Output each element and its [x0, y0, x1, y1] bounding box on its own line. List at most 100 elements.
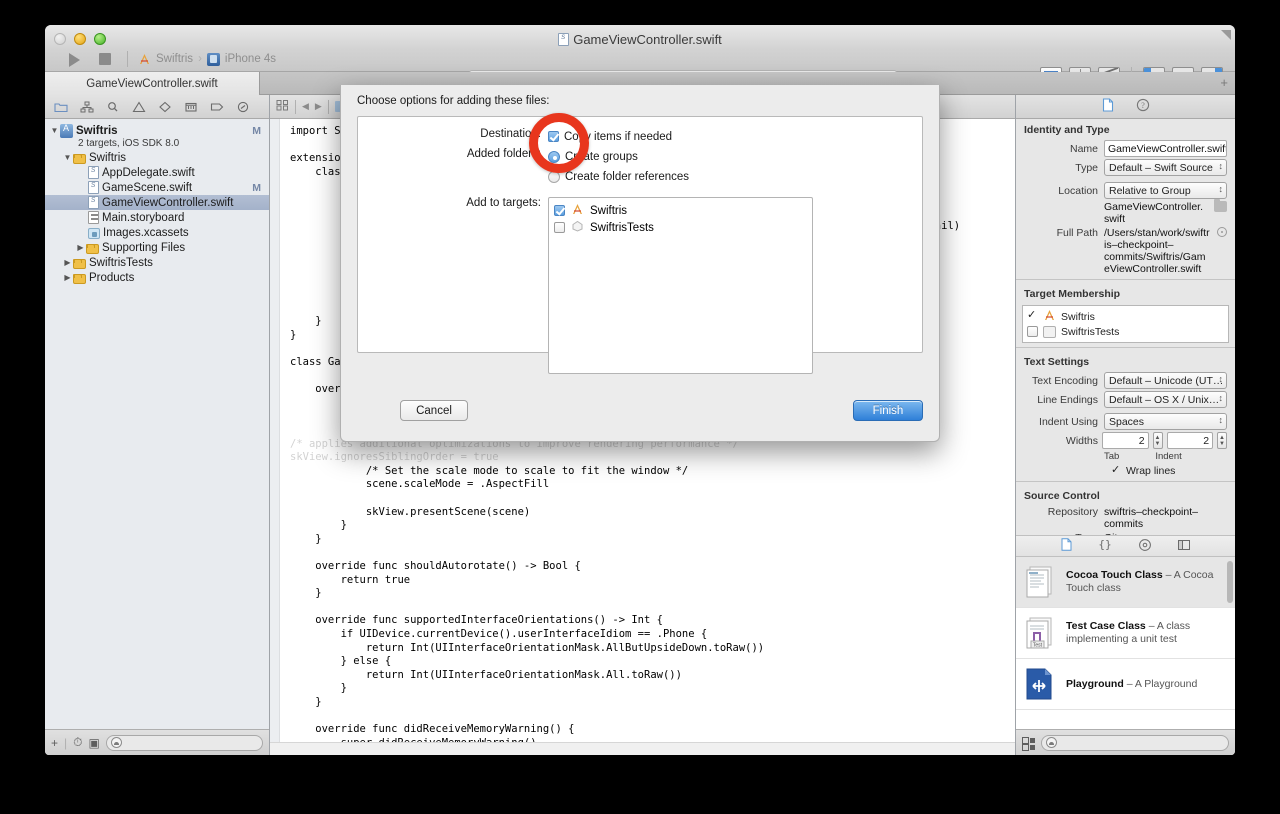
run-button[interactable]	[63, 49, 85, 69]
choose-folder-icon[interactable]	[1214, 199, 1227, 212]
checkbox-checked-icon[interactable]	[1027, 308, 1038, 322]
forward-button[interactable]: ▶	[315, 101, 322, 112]
disclosure-triangle-icon[interactable]	[75, 243, 86, 252]
location-field-row: Location Relative to Group	[1016, 181, 1235, 200]
checkbox-checked-icon[interactable]	[1111, 463, 1122, 477]
wrap-lines-row[interactable]: Wrap lines	[1016, 463, 1235, 478]
window-title-text: GameViewController.swift	[573, 32, 722, 47]
tree-row-swiftristests[interactable]: SwiftrisTests	[45, 255, 269, 270]
stop-button[interactable]	[95, 49, 117, 69]
add-files-options-sheet: Choose options for adding these files: D…	[340, 85, 940, 442]
library-item-playground[interactable]: Playground – A Playground	[1016, 659, 1235, 710]
tree-row-products[interactable]: Products	[45, 270, 269, 285]
library-list[interactable]: Cocoa Touch Class – A Cocoa Touch class …	[1016, 557, 1235, 729]
library-item-text: Test Case Class – A class implementing a…	[1066, 620, 1227, 646]
file-template-library-icon[interactable]	[1061, 538, 1072, 554]
disclosure-triangle-icon[interactable]	[62, 258, 73, 267]
targets-list[interactable]: Swiftris SwiftrisTests	[548, 197, 813, 374]
storyboard-file-icon	[88, 211, 99, 224]
window-resize-grip[interactable]	[1219, 30, 1231, 42]
target-checkbox-swiftristests[interactable]	[554, 222, 565, 233]
back-button[interactable]: ◀	[302, 101, 309, 112]
file-inspector-icon[interactable]	[1102, 98, 1114, 115]
source-control-filter-icon[interactable]: ▣	[89, 736, 100, 750]
tree-row-swiftris-group[interactable]: Swiftris	[45, 150, 269, 165]
app-target-icon	[1043, 309, 1056, 324]
indent-using-popup[interactable]: Spaces	[1104, 413, 1227, 430]
library-item-title: Cocoa Touch Class	[1066, 569, 1163, 581]
target-membership-list[interactable]: Swiftris SwiftrisTests	[1022, 305, 1229, 343]
text-encoding-popup[interactable]: Default – Unicode (UT…	[1104, 372, 1227, 389]
tree-row-supporting-files[interactable]: Supporting Files	[45, 240, 269, 255]
tab-width-stepper[interactable]: ▲ ▼	[1152, 432, 1163, 449]
name-input[interactable]: GameViewController.swift	[1104, 140, 1227, 157]
create-groups-radio[interactable]	[548, 150, 560, 163]
indent-width-stepper[interactable]: ▲ ▼	[1217, 432, 1227, 449]
reveal-in-finder-icon[interactable]	[1217, 227, 1227, 237]
scheme-selector[interactable]: Swiftris › iPhone 4s	[138, 52, 276, 66]
tab-width-input[interactable]: 2	[1102, 432, 1149, 449]
warning-icon[interactable]	[127, 97, 151, 117]
library-scrollbar[interactable]	[1227, 561, 1233, 603]
debug-icon[interactable]	[179, 97, 203, 117]
navigator-filter-input[interactable]	[105, 734, 263, 751]
create-groups-option[interactable]: Create groups	[548, 148, 689, 165]
library-item-test-case-class[interactable]: Test Test Case Class – A class implement…	[1016, 608, 1235, 659]
widths-row: Widths 2 ▲ ▼ 2 ▲ ▼	[1016, 431, 1235, 450]
code-snippet-library-icon[interactable]: {}	[1097, 538, 1113, 554]
target-membership-row[interactable]: Swiftris	[1027, 308, 1224, 324]
quick-help-icon[interactable]: ?	[1136, 98, 1150, 115]
recent-filter-icon[interactable]: ⏱	[73, 735, 82, 750]
inspector-content[interactable]: Identity and Type Name GameViewControlle…	[1016, 119, 1235, 535]
tab-gameviewcontroller[interactable]: GameViewController.swift	[45, 72, 260, 95]
target-row-swiftris[interactable]: Swiftris	[554, 202, 807, 219]
section-divider-3	[1016, 481, 1235, 482]
object-library-icon[interactable]	[1138, 538, 1152, 555]
create-folder-references-radio[interactable]	[548, 170, 560, 183]
target-checkbox-swiftris[interactable]	[554, 205, 565, 216]
related-items-icon[interactable]	[276, 99, 289, 114]
line-endings-popup[interactable]: Default – OS X / Unix…	[1104, 391, 1227, 408]
target-row-swiftristests[interactable]: SwiftrisTests	[554, 219, 807, 236]
project-navigator-tree[interactable]: Swiftris M 2 targets, iOS SDK 8.0 Swiftr…	[45, 119, 269, 729]
tree-row-gamescene[interactable]: GameScene.swift M	[45, 179, 269, 195]
added-folders-label: Added folders:	[466, 148, 541, 160]
location-popup[interactable]: Relative to Group	[1104, 182, 1227, 199]
disclosure-triangle-icon[interactable]	[62, 273, 73, 282]
search-icon[interactable]	[101, 97, 125, 117]
library-item-cocoa-touch-class[interactable]: Cocoa Touch Class – A Cocoa Touch class	[1016, 557, 1235, 608]
tree-row-project[interactable]: Swiftris M	[45, 123, 269, 138]
media-library-icon[interactable]	[1177, 539, 1191, 554]
navigator-filter-bar: + | ⏱ ▣	[45, 729, 269, 755]
indent-width-input[interactable]: 2	[1166, 432, 1214, 449]
type-label: Type	[1075, 161, 1098, 174]
test-icon[interactable]	[153, 97, 177, 117]
disclosure-triangle-icon[interactable]	[62, 153, 73, 162]
tree-row-mainstoryboard[interactable]: Main.storyboard	[45, 210, 269, 225]
tree-row-gameviewcontroller[interactable]: GameViewController.swift	[45, 194, 269, 210]
report-icon[interactable]	[231, 97, 255, 117]
breakpoint-icon[interactable]	[205, 97, 229, 117]
target-membership-row[interactable]: SwiftrisTests	[1027, 324, 1224, 339]
copy-items-if-needed-checkbox[interactable]	[548, 131, 559, 142]
finish-button[interactable]: Finish	[853, 400, 923, 421]
tab-label: GameViewController.swift	[86, 77, 218, 90]
disclosure-triangle-icon[interactable]	[49, 126, 60, 135]
create-folder-references-option[interactable]: Create folder references	[548, 168, 689, 185]
folder-icon[interactable]	[49, 97, 73, 117]
add-item-icon[interactable]: +	[51, 736, 58, 750]
indent-using-row: Indent Using Spaces	[1016, 412, 1235, 431]
copy-items-option[interactable]: Copy items if needed	[548, 128, 672, 145]
editor-horizontal-scrollbar[interactable]	[270, 742, 1015, 755]
library-filter-input[interactable]	[1041, 734, 1229, 751]
type-popup[interactable]: Default – Swift Source	[1104, 159, 1227, 176]
cancel-button[interactable]: Cancel	[400, 400, 468, 421]
tree-row-appdelegate[interactable]: AppDelegate.swift	[45, 164, 269, 180]
tree-label: Main.storyboard	[102, 211, 185, 224]
source-control-icon[interactable]	[75, 97, 99, 117]
add-tab-button[interactable]: +	[1220, 76, 1228, 89]
checkbox-unchecked-icon[interactable]	[1027, 326, 1038, 337]
tree-row-imagesxcassets[interactable]: Images.xcassets	[45, 225, 269, 240]
library-view-grid-icon[interactable]	[1022, 736, 1034, 751]
toolbar-divider	[127, 51, 128, 67]
